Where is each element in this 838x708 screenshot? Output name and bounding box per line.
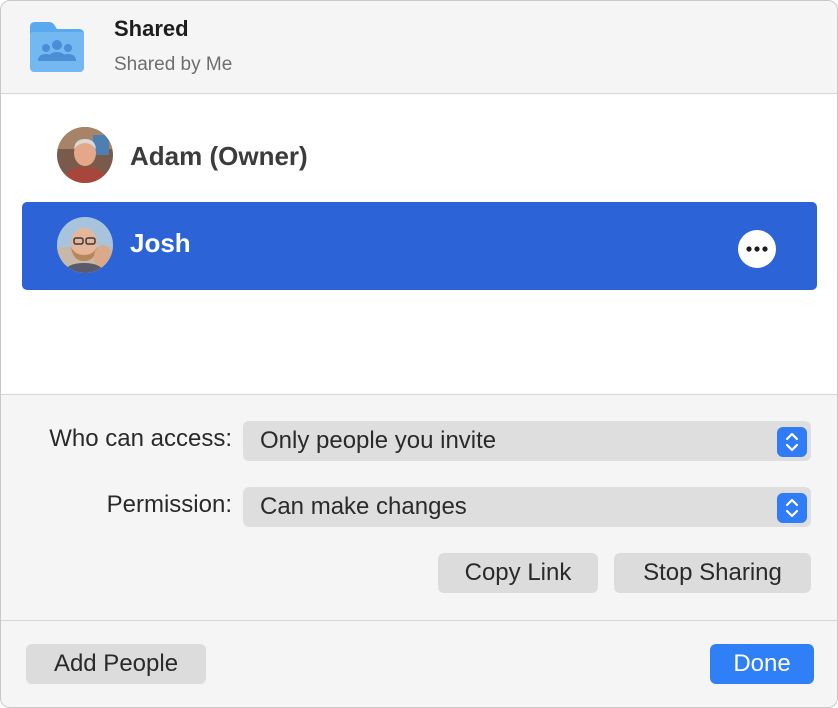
who-can-access-value: Only people you invite bbox=[260, 427, 497, 454]
permission-value: Can make changes bbox=[260, 493, 467, 520]
sharing-options: Who can access: Only people you invite P… bbox=[1, 395, 837, 619]
select-stepper-icon bbox=[777, 493, 807, 523]
person-row-josh[interactable]: Josh bbox=[22, 202, 817, 290]
permission-label: Permission: bbox=[106, 491, 232, 518]
people-list: Adam (Owner) Josh bbox=[1, 94, 837, 395]
copy-link-button[interactable]: Copy Link bbox=[438, 553, 598, 593]
shared-folder-icon bbox=[30, 22, 84, 72]
person-name-josh: Josh bbox=[130, 228, 191, 258]
stop-sharing-button[interactable]: Stop Sharing bbox=[614, 553, 811, 593]
who-can-access-select[interactable]: Only people you invite bbox=[243, 421, 811, 461]
dialog-footer: Add People Done bbox=[1, 620, 837, 707]
add-people-button[interactable]: Add People bbox=[26, 644, 206, 684]
folder-subtitle: Shared by Me bbox=[114, 54, 233, 75]
more-options-button[interactable] bbox=[738, 230, 776, 268]
person-row-adam[interactable]: Adam (Owner) bbox=[22, 112, 817, 200]
select-stepper-icon bbox=[777, 427, 807, 457]
person-name-adam: Adam bbox=[130, 141, 203, 171]
avatar-adam bbox=[57, 127, 113, 183]
person-role-adam: (Owner) bbox=[209, 141, 308, 171]
ellipsis-icon bbox=[746, 246, 768, 252]
permission-select[interactable]: Can make changes bbox=[243, 487, 811, 527]
person-name: Adam (Owner) bbox=[130, 141, 308, 172]
folder-title: Shared bbox=[114, 16, 189, 41]
done-button[interactable]: Done bbox=[710, 644, 814, 684]
dialog-header: Shared Shared by Me bbox=[1, 1, 837, 94]
who-can-access-label: Who can access: bbox=[49, 425, 232, 452]
avatar-josh bbox=[57, 217, 113, 273]
share-dialog: Shared Shared by Me Adam (Owner) Josh Wh… bbox=[0, 0, 838, 708]
